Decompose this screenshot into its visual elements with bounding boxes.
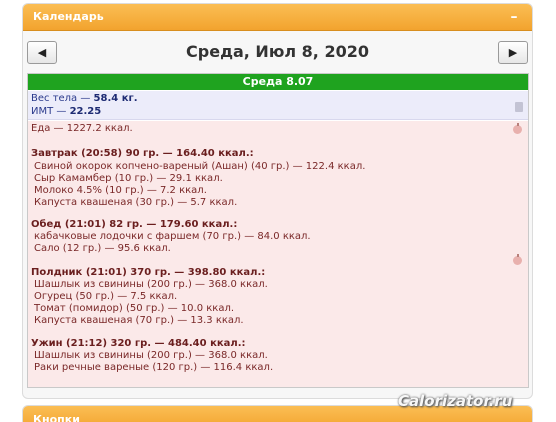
next-day-button[interactable]: ▶: [498, 41, 528, 64]
next-panel-title: Кнопки: [33, 413, 80, 422]
meal-item: Сыр Камамбер (10 гр.) — 29.1 ккал.: [34, 173, 223, 184]
calendar-panel: Календарь – ◀ Среда, Июл 8, 2020 ▶ Среда…: [22, 3, 533, 399]
bmi-line: ИМТ — 22.25: [31, 106, 101, 117]
meal-item: Капуста квашеная (70 гр.) — 13.3 ккал.: [34, 315, 244, 326]
meal-item: Молоко 4.5% (10 гр.) — 7.2 ккал.: [34, 185, 207, 196]
body-stats: Вес тела — 58.4 кг. ИМТ — 22.25: [28, 91, 528, 120]
meal-header-lunch: Обед (21:01) 82 гр. — 179.60 ккал.:: [31, 219, 238, 230]
meal-item: Свиной окорок копчено-вареный (Ашан) (40…: [34, 161, 366, 172]
meal-header-dinner: Ужин (21:12) 320 гр. — 484.40 ккал.:: [31, 338, 246, 349]
weight-line: Вес тела — 58.4 кг.: [31, 93, 138, 104]
bmi-label: ИМТ —: [31, 106, 70, 117]
food-total: Еда — 1227.2 ккал.: [31, 123, 133, 134]
day-summary: Среда 8.07 Вес тела — 58.4 кг. ИМТ — 22.…: [27, 73, 529, 388]
date-title: Среда, Июл 8, 2020: [186, 42, 369, 61]
bmi-value: 22.25: [69, 106, 102, 117]
meal-item: кабачковые лодочки с фаршем (70 гр.) — 8…: [34, 231, 311, 242]
prev-day-button[interactable]: ◀: [27, 41, 57, 64]
meal-item: Капуста квашеная (30 гр.) — 5.7 ккал.: [34, 197, 238, 208]
weight-label: Вес тела —: [31, 93, 94, 104]
meal-item: Сало (12 гр.) — 95.6 ккал.: [34, 243, 171, 254]
food-block: Еда — 1227.2 ккал. Завтрак (20:58) 90 гр…: [28, 121, 528, 387]
day-bar: Среда 8.07: [28, 74, 528, 90]
meal-item: Раки речные вареные (120 гр.) — 116.4 кк…: [34, 362, 274, 373]
calendar-panel-title: Календарь: [33, 10, 104, 23]
meal-item: Шашлык из свинины (200 гр.) — 368.0 ккал…: [34, 279, 268, 290]
meal-item: Томат (помидор) (50 гр.) — 10.0 ккал.: [34, 303, 235, 314]
meal-header-breakfast: Завтрак (20:58) 90 гр. — 164.40 ккал.:: [31, 148, 254, 159]
apple-icon[interactable]: [513, 254, 522, 265]
apple-icon[interactable]: [513, 123, 522, 134]
calendar-panel-header[interactable]: Календарь –: [23, 4, 532, 31]
scale-icon[interactable]: [515, 102, 523, 112]
watermark: Calorizator.ru: [398, 392, 513, 410]
weight-value: 58.4 кг.: [93, 93, 138, 104]
collapse-icon[interactable]: –: [508, 9, 520, 25]
meal-header-snack: Полдник (21:01) 370 гр. — 398.80 ккал.:: [31, 267, 266, 278]
meal-item: Огурец (50 гр.) — 7.5 ккал.: [34, 291, 178, 302]
meal-item: Шашлык из свинины (200 гр.) — 368.0 ккал…: [34, 350, 268, 361]
